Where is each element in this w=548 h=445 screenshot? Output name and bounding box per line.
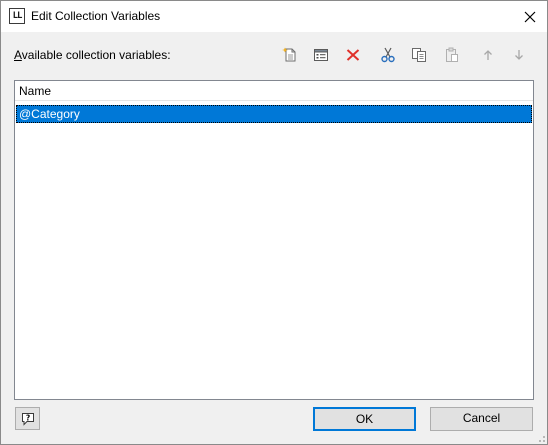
ok-button[interactable]: OK bbox=[313, 407, 416, 431]
app-logo-icon: LL bbox=[9, 8, 25, 24]
move-up-icon bbox=[484, 50, 492, 60]
available-variables-label-text: vailable collection variables: bbox=[21, 48, 171, 62]
available-variables-label: Available collection variables: bbox=[14, 48, 171, 62]
properties-icon bbox=[314, 49, 328, 61]
help-button[interactable]: ? bbox=[15, 407, 40, 430]
collection-variables-list[interactable]: Name @Category bbox=[14, 80, 534, 400]
move-down-button[interactable] bbox=[508, 44, 530, 66]
new-variable-button[interactable] bbox=[279, 44, 301, 66]
list-item-label: @Category bbox=[19, 107, 80, 121]
delete-button[interactable] bbox=[342, 44, 364, 66]
copy-button[interactable] bbox=[408, 44, 430, 66]
title-bar[interactable]: LL Edit Collection Variables bbox=[1, 1, 547, 32]
window-title: Edit Collection Variables bbox=[31, 9, 161, 23]
move-up-button[interactable] bbox=[477, 44, 499, 66]
delete-icon bbox=[346, 49, 360, 61]
resize-grip-icon[interactable] bbox=[535, 432, 545, 442]
paste-button[interactable] bbox=[441, 44, 463, 66]
cancel-button[interactable]: Cancel bbox=[430, 407, 533, 431]
cut-button[interactable] bbox=[377, 44, 399, 66]
column-header-name[interactable]: Name bbox=[15, 81, 533, 101]
copy-icon bbox=[412, 48, 426, 62]
help-icon: ? bbox=[21, 412, 34, 426]
new-document-icon bbox=[282, 47, 296, 62]
properties-button[interactable] bbox=[310, 44, 332, 66]
list-item[interactable]: @Category bbox=[16, 105, 532, 123]
dialog-window: LL Edit Collection Variables Available c… bbox=[0, 0, 548, 445]
move-down-icon bbox=[515, 50, 523, 60]
close-button[interactable] bbox=[513, 1, 547, 32]
paste-icon bbox=[446, 47, 458, 62]
cut-icon bbox=[381, 47, 395, 63]
close-icon bbox=[524, 11, 536, 22]
svg-text:?: ? bbox=[25, 413, 29, 422]
accelerator-key: A bbox=[14, 48, 22, 62]
column-header-label: Name bbox=[19, 84, 52, 98]
